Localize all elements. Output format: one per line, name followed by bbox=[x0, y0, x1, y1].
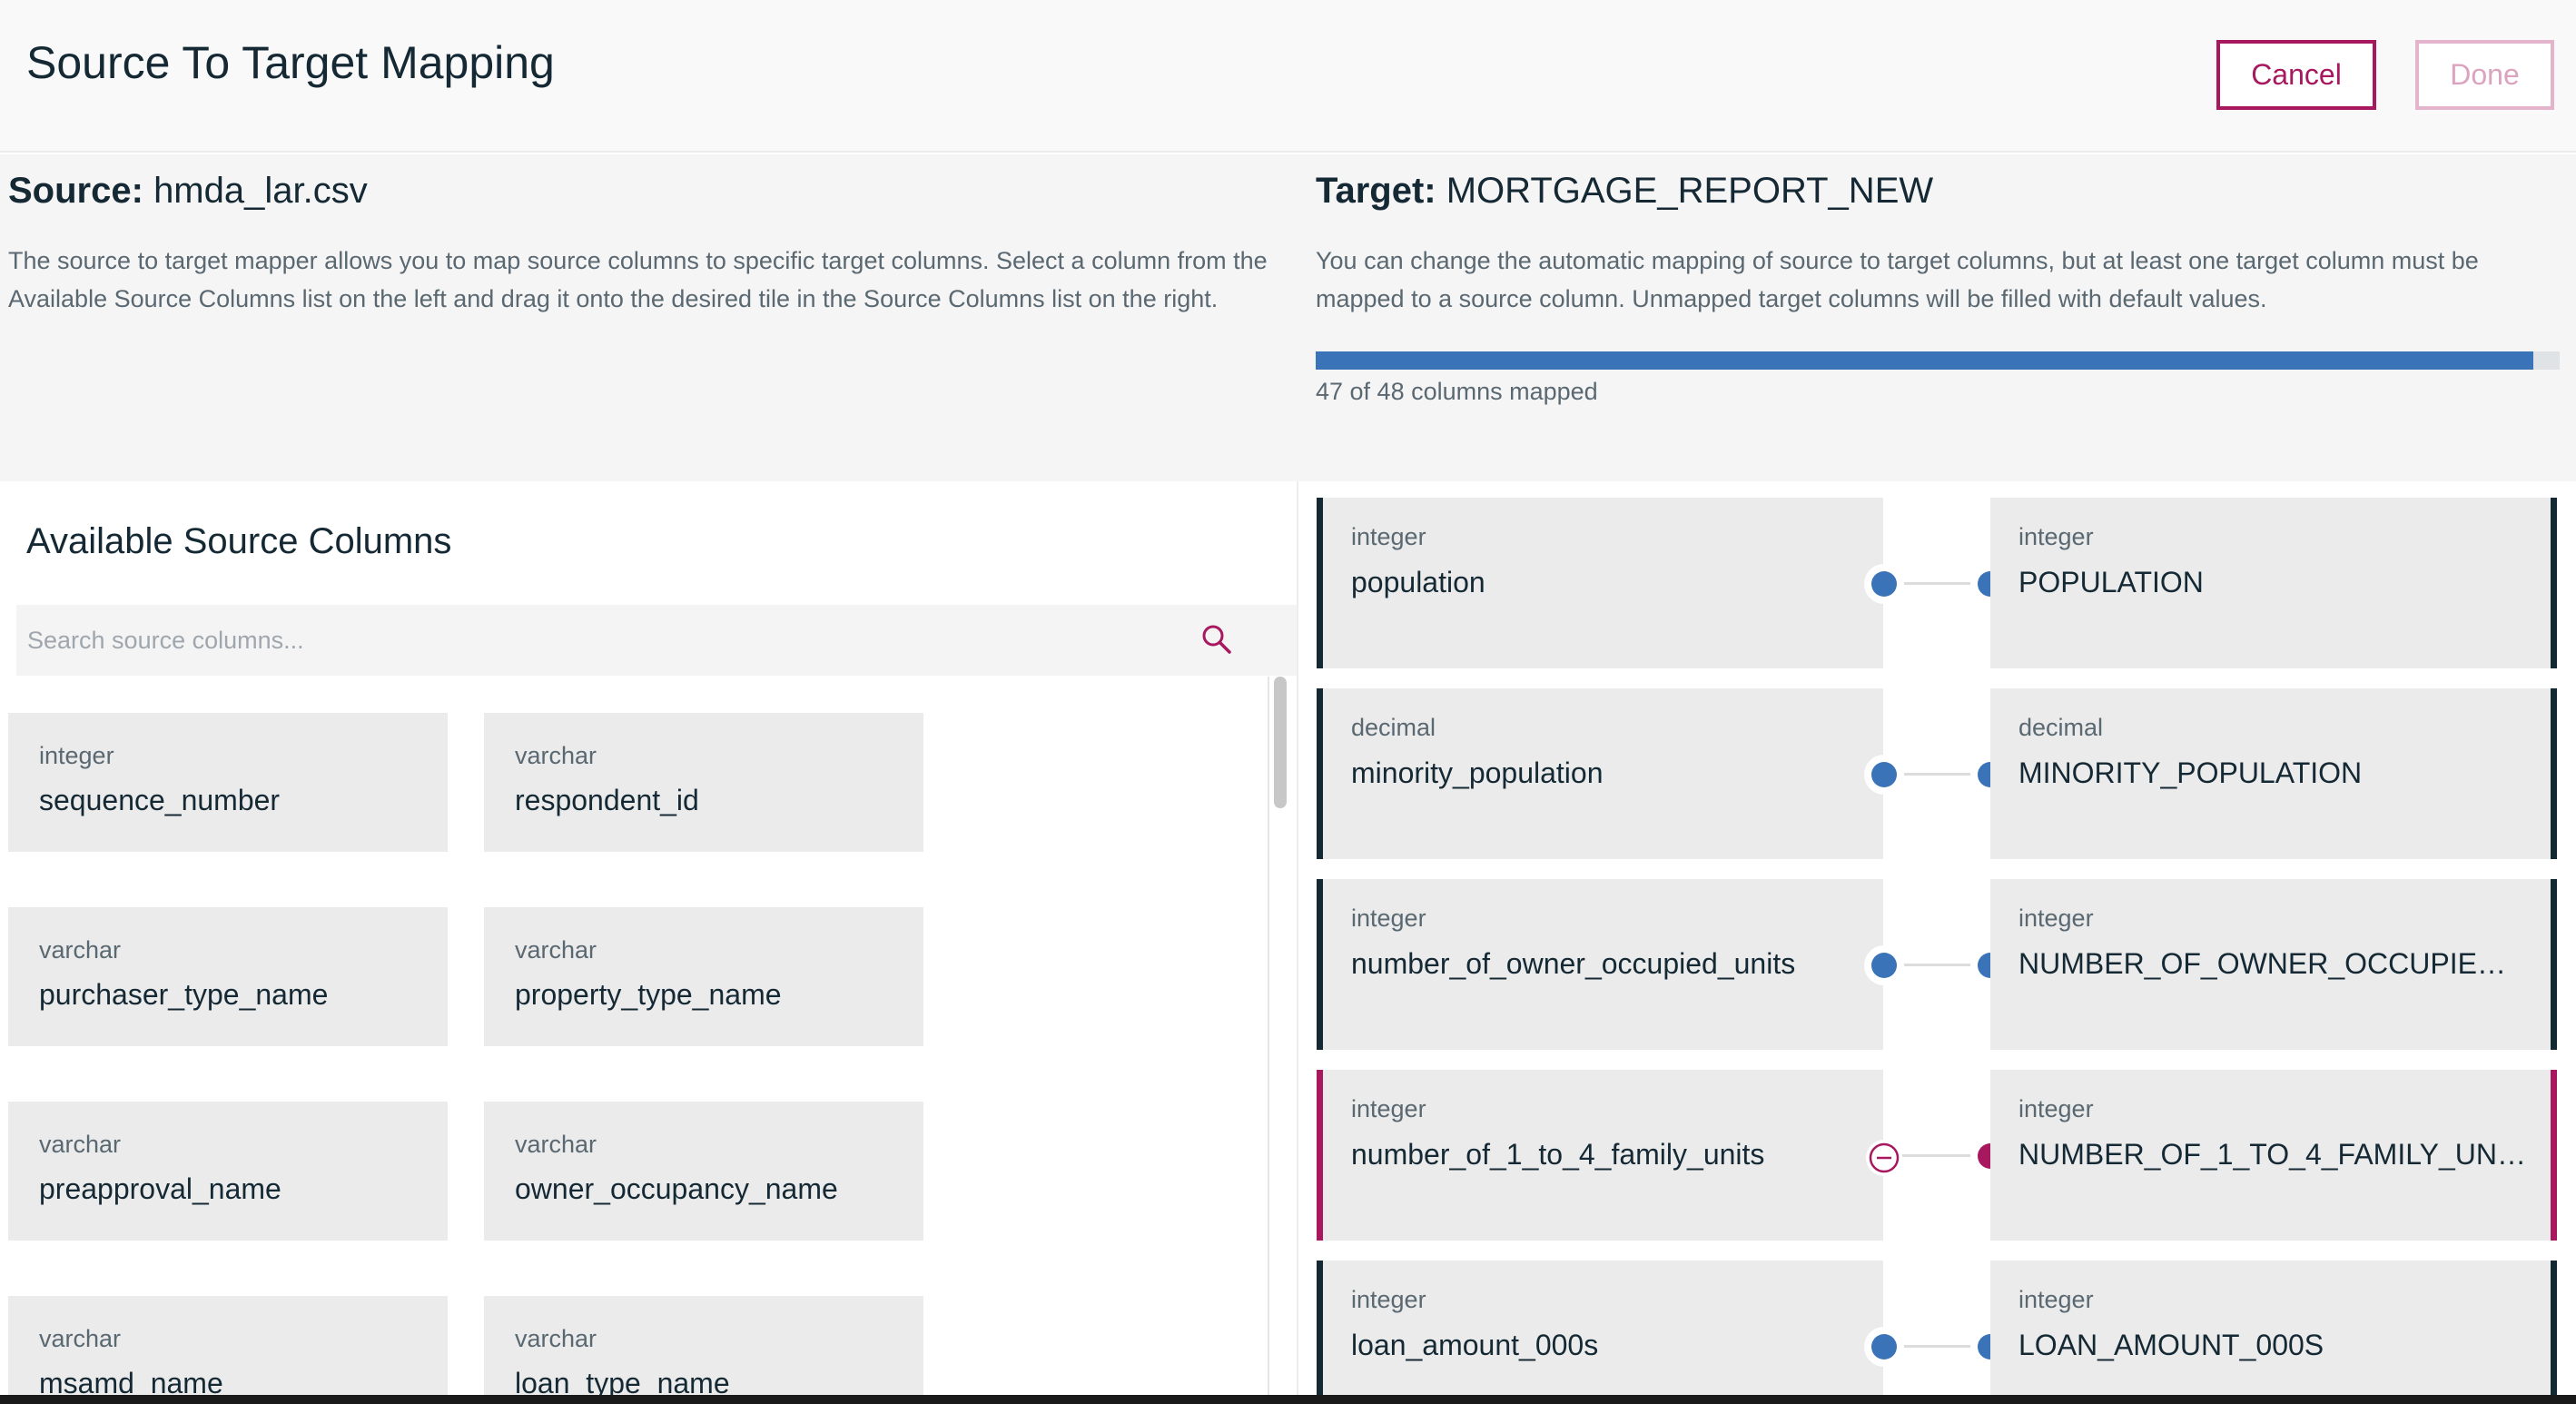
scrollbar-thumb[interactable] bbox=[1274, 677, 1287, 808]
window-bottom-edge bbox=[0, 1395, 2576, 1404]
target-column-tile[interactable]: decimal MINORITY_POPULATION bbox=[1990, 688, 2557, 859]
source-column-tile[interactable]: integer sequence_number bbox=[8, 713, 448, 852]
column-type: varchar bbox=[39, 1131, 122, 1158]
info-section bbox=[0, 154, 2576, 481]
source-column-tile[interactable]: varchar loan_type_name bbox=[484, 1296, 923, 1404]
source-column-tile[interactable]: varchar purchaser_type_name bbox=[8, 907, 448, 1046]
done-button[interactable]: Done bbox=[2415, 40, 2554, 110]
target-title: Target: MORTGAGE_REPORT_NEW bbox=[1316, 171, 1933, 212]
column-name: NUMBER_OF_1_TO_4_FAMILY_UNITS bbox=[2018, 1138, 2527, 1171]
unlink-minus-icon[interactable] bbox=[1864, 1138, 1904, 1178]
column-name: owner_occupancy_name bbox=[515, 1172, 838, 1205]
target-column-tile[interactable]: integer LOAN_AMOUNT_000S bbox=[1990, 1261, 2557, 1404]
column-type: integer bbox=[1351, 905, 1426, 932]
page-title: Source To Target Mapping bbox=[26, 37, 555, 88]
column-name: purchaser_type_name bbox=[39, 978, 329, 1011]
source-connector-dot[interactable] bbox=[1864, 1327, 1904, 1367]
mapped-source-tile[interactable]: decimal minority_population bbox=[1317, 688, 1883, 859]
source-connector-dot[interactable] bbox=[1864, 945, 1904, 985]
column-type: varchar bbox=[39, 936, 122, 964]
column-name: MINORITY_POPULATION bbox=[2018, 756, 2363, 789]
mapped-source-tile[interactable]: integer population bbox=[1317, 498, 1883, 668]
column-type: varchar bbox=[39, 1325, 122, 1352]
source-column-tile[interactable]: varchar respondent_id bbox=[484, 713, 923, 852]
cancel-button[interactable]: Cancel bbox=[2216, 40, 2376, 110]
target-column-tile[interactable]: integer POPULATION bbox=[1990, 498, 2557, 668]
source-connector-dot[interactable] bbox=[1864, 564, 1904, 604]
column-name: sequence_number bbox=[39, 784, 281, 816]
mapped-source-tile[interactable]: integer loan_amount_000s bbox=[1317, 1261, 1883, 1404]
search-icon[interactable] bbox=[1199, 621, 1235, 658]
column-name: preapproval_name bbox=[39, 1172, 281, 1205]
mapping-progress-text: 47 of 48 columns mapped bbox=[1316, 378, 1598, 405]
scrollbar-track bbox=[1268, 677, 1269, 1404]
column-type: integer bbox=[1351, 523, 1426, 550]
source-description: The source to target mapper allows you t… bbox=[8, 247, 1268, 312]
mapped-source-tile-selected[interactable]: integer number_of_1_to_4_family_units bbox=[1317, 1070, 1883, 1241]
column-type: integer bbox=[1351, 1095, 1426, 1122]
source-column-tile[interactable]: varchar msamd_name bbox=[8, 1296, 448, 1404]
column-name: respondent_id bbox=[515, 784, 699, 816]
target-column-tile[interactable]: integer NUMBER_OF_OWNER_OCCUPIED_… bbox=[1990, 879, 2557, 1050]
target-table-name: MORTGAGE_REPORT_NEW bbox=[1446, 171, 1934, 211]
column-type: varchar bbox=[515, 1131, 597, 1158]
target-label: Target: bbox=[1316, 171, 1436, 211]
column-type: varchar bbox=[515, 936, 597, 964]
search-input[interactable] bbox=[16, 605, 1081, 676]
column-name: population bbox=[1351, 566, 1485, 598]
column-type: integer bbox=[1351, 1286, 1426, 1313]
panel-divider bbox=[1297, 481, 1298, 1404]
column-name: loan_amount_000s bbox=[1351, 1329, 1599, 1361]
column-name: property_type_name bbox=[515, 978, 782, 1011]
target-column-tile-selected[interactable]: integer NUMBER_OF_1_TO_4_FAMILY_UNITS bbox=[1990, 1070, 2557, 1241]
column-name: NUMBER_OF_OWNER_OCCUPIED_… bbox=[2018, 947, 2527, 980]
column-type: decimal bbox=[2018, 714, 2104, 741]
column-name: number_of_1_to_4_family_units bbox=[1351, 1138, 1765, 1171]
column-type: varchar bbox=[515, 1325, 597, 1352]
source-column-tile[interactable]: varchar property_type_name bbox=[484, 907, 923, 1046]
column-type: integer bbox=[2018, 523, 2094, 550]
column-name: minority_population bbox=[1351, 756, 1604, 789]
source-file-name: hmda_lar.csv bbox=[153, 171, 368, 211]
column-type: varchar bbox=[515, 742, 597, 769]
mapped-source-tile[interactable]: integer number_of_owner_occupied_units bbox=[1317, 879, 1883, 1050]
column-type: decimal bbox=[1351, 714, 1436, 741]
source-column-tile[interactable]: varchar preapproval_name bbox=[8, 1102, 448, 1241]
source-title: Source: hmda_lar.csv bbox=[8, 171, 368, 212]
column-type: integer bbox=[39, 742, 114, 769]
mapping-progress-bar bbox=[1316, 351, 2560, 370]
mapping-progress-fill bbox=[1316, 351, 2534, 370]
source-label: Source: bbox=[8, 171, 143, 211]
column-type: integer bbox=[2018, 1095, 2094, 1122]
column-name: number_of_owner_occupied_units bbox=[1351, 947, 1796, 980]
source-column-tile[interactable]: varchar owner_occupancy_name bbox=[484, 1102, 923, 1241]
source-connector-dot[interactable] bbox=[1864, 755, 1904, 795]
target-description: You can change the automatic mapping of … bbox=[1316, 247, 2479, 312]
search-bar-background bbox=[1081, 605, 1297, 676]
column-type: integer bbox=[2018, 1286, 2094, 1313]
available-columns-title: Available Source Columns bbox=[26, 521, 452, 561]
column-type: integer bbox=[2018, 905, 2094, 932]
column-name: LOAN_AMOUNT_000S bbox=[2018, 1329, 2324, 1361]
column-name: POPULATION bbox=[2018, 566, 2204, 598]
